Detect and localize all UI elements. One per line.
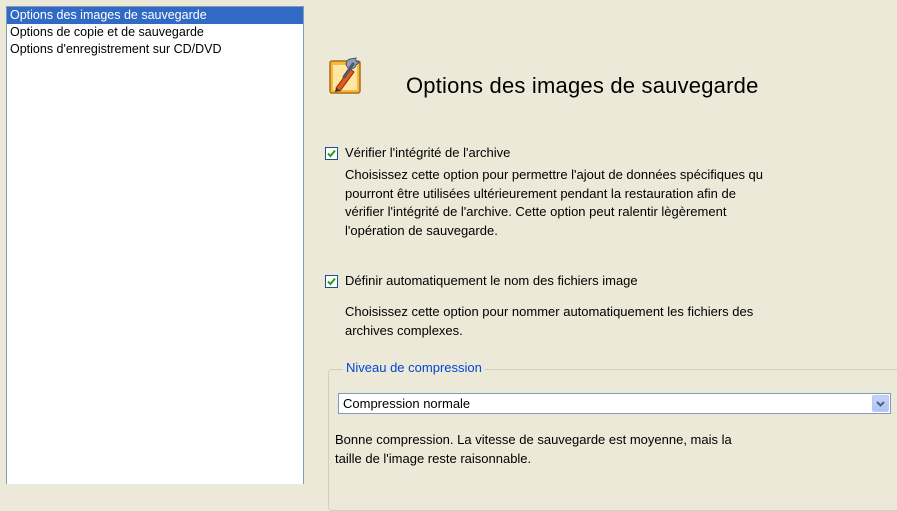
description-line: Bonne compression. La vitesse de sauvega… bbox=[335, 432, 732, 447]
description-line: Choisissez cette option pour nommer auto… bbox=[345, 304, 754, 319]
page-title: Options des images de sauvegarde bbox=[406, 73, 759, 98]
description-line: taille de l'image reste raisonnable. bbox=[335, 450, 532, 466]
compression-level-select[interactable]: Compression normale bbox=[338, 393, 891, 414]
compression-level-value: Compression normale bbox=[343, 396, 471, 411]
settings-wrench-pencil-icon bbox=[328, 55, 364, 95]
verify-integrity-label[interactable]: Vérifier l'intégrité de l'archive bbox=[345, 145, 510, 160]
verify-integrity-description: Choisissez cette option pour permettre l… bbox=[345, 166, 763, 240]
chevron-down-icon[interactable] bbox=[872, 395, 889, 412]
nav-item-backup-image-options[interactable]: Options des images de sauvegarde bbox=[7, 7, 303, 24]
nav-item-copy-backup-options[interactable]: Options de copie et de sauvegarde bbox=[7, 24, 303, 41]
description-line: vérifier l'intégrité de l'archive. Cette… bbox=[345, 204, 727, 219]
compression-description: Bonne compression. La vitesse de sauvega… bbox=[335, 431, 732, 468]
description-line: archives complexes. bbox=[345, 322, 463, 338]
auto-filename-description: Choisissez cette option pour nommer auto… bbox=[345, 303, 753, 340]
auto-filename-label[interactable]: Définir automatiquement le nom des fichi… bbox=[345, 273, 638, 288]
auto-filename-checkbox[interactable] bbox=[325, 275, 338, 288]
compression-group-label: Niveau de compression bbox=[343, 360, 485, 375]
options-nav-list[interactable]: Options des images de sauvegarde Options… bbox=[6, 6, 304, 484]
description-line: pourront être utilisées ultérieurement p… bbox=[345, 185, 736, 201]
nav-item-cd-dvd-options[interactable]: Options d'enregistrement sur CD/DVD bbox=[7, 41, 303, 58]
verify-integrity-checkbox[interactable] bbox=[325, 147, 338, 160]
options-panel: Options des images de sauvegarde Vérifie… bbox=[318, 0, 897, 511]
description-line: Choisissez cette option pour permettre l… bbox=[345, 167, 764, 182]
description-line: l'opération de sauvegarde. bbox=[345, 222, 498, 238]
